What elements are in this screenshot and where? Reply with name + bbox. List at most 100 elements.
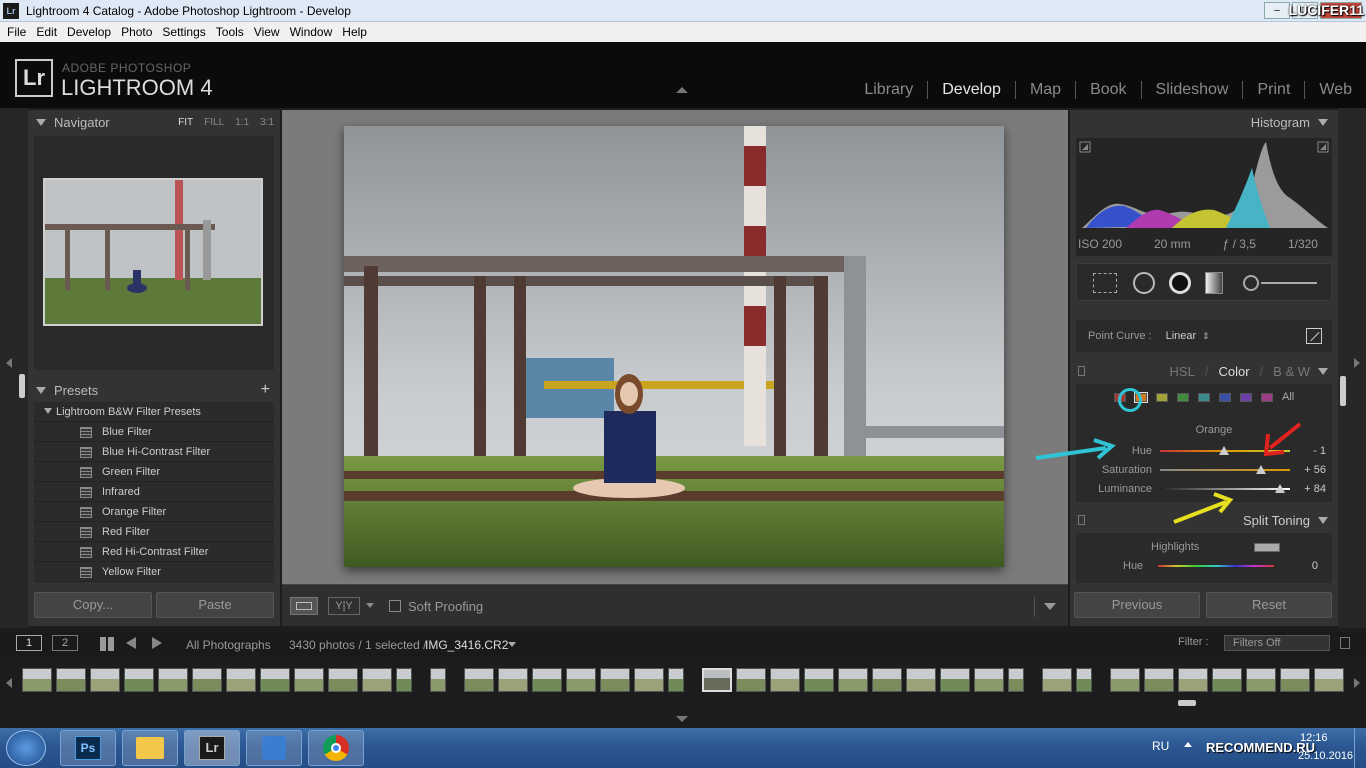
- zoom-1-1[interactable]: 1:1: [235, 117, 249, 128]
- graduated-filter-icon[interactable]: [1205, 272, 1223, 294]
- soft-proofing-checkbox[interactable]: [389, 600, 401, 612]
- zoom-3-1[interactable]: 3:1: [260, 117, 274, 128]
- filmstrip-thumbnail[interactable]: [1280, 668, 1310, 692]
- show-desktop-button[interactable]: [1354, 728, 1366, 768]
- secondary-window-button[interactable]: 2: [52, 635, 78, 651]
- filmstrip-thumbnail[interactable]: [770, 668, 800, 692]
- preset-item[interactable]: Infrared: [34, 482, 274, 502]
- filmstrip-thumbnail[interactable]: [634, 668, 664, 692]
- menu-settings[interactable]: Settings: [157, 25, 210, 39]
- filmstrip-thumbnail[interactable]: [1246, 668, 1276, 692]
- menu-photo[interactable]: Photo: [116, 25, 157, 39]
- split-hue-value[interactable]: 0: [1298, 560, 1318, 572]
- collapse-triangle-icon[interactable]: [1318, 118, 1328, 126]
- highlights-color-swatch[interactable]: [1254, 543, 1280, 552]
- chevron-down-icon[interactable]: [366, 603, 374, 608]
- preset-item[interactable]: Blue Hi-Contrast Filter: [34, 442, 274, 462]
- filmstrip-thumbnail[interactable]: [396, 668, 412, 692]
- filmstrip-thumbnail[interactable]: [294, 668, 324, 692]
- filmstrip-source[interactable]: All Photographs: [186, 638, 271, 652]
- scroll-right-icon[interactable]: [1354, 678, 1360, 688]
- paste-button[interactable]: Paste: [156, 592, 274, 618]
- reset-button[interactable]: Reset: [1206, 592, 1332, 618]
- module-book[interactable]: Book: [1076, 81, 1140, 99]
- collapse-triangle-icon[interactable]: [36, 118, 46, 126]
- swatch-blue[interactable]: [1219, 392, 1231, 402]
- target-adjustment-icon[interactable]: [1306, 328, 1322, 344]
- filmstrip-scrollbar[interactable]: [1178, 700, 1196, 706]
- clock-time[interactable]: 12:16: [1300, 732, 1328, 744]
- menu-file[interactable]: File: [2, 25, 31, 39]
- selected-filename[interactable]: IMG_3416.CR2: [425, 638, 508, 652]
- module-print[interactable]: Print: [1243, 81, 1304, 99]
- chevron-down-icon[interactable]: [508, 642, 516, 647]
- filmstrip-thumbnail[interactable]: [872, 668, 902, 692]
- zoom-fill[interactable]: FILL: [204, 117, 224, 128]
- left-scrollbar[interactable]: [19, 374, 25, 398]
- adjustment-brush-slider[interactable]: [1261, 282, 1317, 284]
- menu-develop[interactable]: Develop: [62, 25, 116, 39]
- zoom-fit[interactable]: FIT: [178, 117, 193, 128]
- start-button[interactable]: [6, 730, 46, 766]
- filmstrip-thumbnail[interactable]: [1008, 668, 1024, 692]
- tab-color[interactable]: Color: [1218, 364, 1249, 379]
- menu-tools[interactable]: Tools: [211, 25, 249, 39]
- crop-tool-icon[interactable]: [1093, 273, 1117, 293]
- clock-date[interactable]: 25.10.2016: [1298, 750, 1353, 762]
- filmstrip-thumbnail[interactable]: [192, 668, 222, 692]
- swatch-yellow[interactable]: [1156, 392, 1168, 402]
- copy-button[interactable]: Copy...: [34, 592, 152, 618]
- previous-button[interactable]: Previous: [1074, 592, 1200, 618]
- menu-edit[interactable]: Edit: [31, 25, 62, 39]
- preset-item[interactable]: Yellow Filter: [34, 562, 274, 582]
- filmstrip-thumbnail[interactable]: [702, 668, 732, 692]
- navigator-thumbnail[interactable]: [43, 178, 263, 326]
- filter-lock-icon[interactable]: [1340, 637, 1350, 649]
- menu-help[interactable]: Help: [337, 25, 372, 39]
- taskbar-chrome[interactable]: [308, 730, 364, 766]
- taskbar-photoshop[interactable]: Ps: [60, 730, 116, 766]
- menu-view[interactable]: View: [249, 25, 285, 39]
- filmstrip-thumbnail[interactable]: [260, 668, 290, 692]
- histogram-header[interactable]: Histogram: [1070, 110, 1338, 134]
- toolbar-menu-icon[interactable]: [1044, 603, 1056, 610]
- filmstrip-thumbnail[interactable]: [430, 668, 446, 692]
- swatch-aqua[interactable]: [1198, 392, 1210, 402]
- language-indicator[interactable]: RU: [1152, 739, 1169, 753]
- filmstrip-thumbnail[interactable]: [226, 668, 256, 692]
- minimize-button[interactable]: –: [1264, 2, 1290, 19]
- add-preset-icon[interactable]: +: [261, 381, 280, 399]
- collapse-left-panel-icon[interactable]: [6, 358, 12, 368]
- filmstrip-thumbnail[interactable]: [940, 668, 970, 692]
- filmstrip-thumbnail[interactable]: [90, 668, 120, 692]
- filmstrip-thumbnail[interactable]: [906, 668, 936, 692]
- taskbar-app[interactable]: [246, 730, 302, 766]
- filmstrip-thumbnail[interactable]: [1042, 668, 1072, 692]
- filmstrip-thumbnail[interactable]: [1178, 668, 1208, 692]
- filmstrip-thumbnail[interactable]: [736, 668, 766, 692]
- menu-window[interactable]: Window: [285, 25, 338, 39]
- filmstrip-thumbnail[interactable]: [56, 668, 86, 692]
- grid-view-icon[interactable]: [100, 637, 114, 651]
- module-map[interactable]: Map: [1016, 81, 1075, 99]
- split-hue-slider[interactable]: [1158, 565, 1274, 567]
- collapse-filmstrip-icon[interactable]: [676, 716, 688, 722]
- filmstrip-thumbnail[interactable]: [532, 668, 562, 692]
- filmstrip-thumbnail[interactable]: [328, 668, 358, 692]
- preset-item[interactable]: Green Filter: [34, 462, 274, 482]
- filmstrip-thumbnail[interactable]: [600, 668, 630, 692]
- filmstrip-thumbnail[interactable]: [1076, 668, 1092, 692]
- collapse-triangle-icon[interactable]: [36, 386, 46, 394]
- filmstrip-thumbnail[interactable]: [362, 668, 392, 692]
- filmstrip-thumbnail[interactable]: [22, 668, 52, 692]
- preset-item[interactable]: Red Hi-Contrast Filter: [34, 542, 274, 562]
- filmstrip-thumbnail[interactable]: [1110, 668, 1140, 692]
- filmstrip-thumbnail[interactable]: [1314, 668, 1344, 692]
- filmstrip-thumbnail[interactable]: [1144, 668, 1174, 692]
- filmstrip-thumbnail[interactable]: [974, 668, 1004, 692]
- tray-expand-icon[interactable]: [1184, 742, 1192, 747]
- collapse-top-panel-icon[interactable]: [676, 87, 688, 93]
- collapse-right-panel-icon[interactable]: [1354, 358, 1360, 368]
- collapse-triangle-icon[interactable]: [1318, 367, 1328, 375]
- swatch-all[interactable]: All: [1282, 391, 1294, 403]
